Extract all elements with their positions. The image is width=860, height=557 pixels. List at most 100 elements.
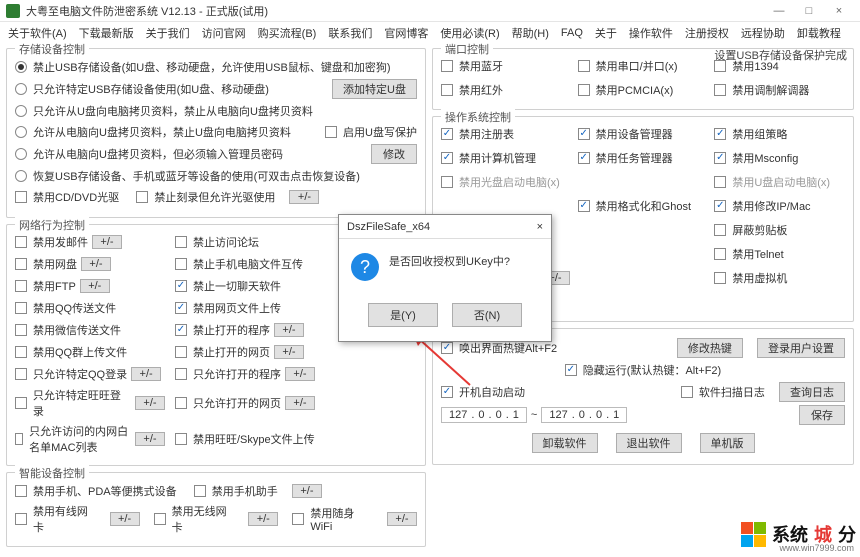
pm-button[interactable]: +/- bbox=[274, 345, 304, 359]
net-checkbox[interactable] bbox=[175, 302, 187, 314]
ip-from-input[interactable]: 127.0.0.1 bbox=[441, 407, 527, 423]
net-checkbox[interactable] bbox=[175, 397, 187, 409]
pm-button[interactable]: +/- bbox=[131, 367, 161, 381]
port-checkbox[interactable] bbox=[441, 84, 453, 96]
pm-button[interactable]: +/- bbox=[289, 190, 319, 204]
os-checkbox[interactable] bbox=[714, 224, 726, 236]
os-checkbox[interactable] bbox=[578, 128, 590, 140]
menu-item[interactable]: 卸载教程 bbox=[797, 25, 841, 41]
query-log-button[interactable]: 查询日志 bbox=[779, 382, 845, 402]
menu-item[interactable]: 关于软件(A) bbox=[8, 25, 67, 41]
pm-button[interactable]: +/- bbox=[292, 484, 322, 498]
pm-button[interactable]: +/- bbox=[135, 432, 165, 446]
menu-item[interactable]: 帮助(H) bbox=[512, 25, 549, 41]
disable-pda-checkbox[interactable] bbox=[15, 485, 27, 497]
menu-item[interactable]: 访问官网 bbox=[202, 25, 246, 41]
net-checkbox[interactable] bbox=[15, 324, 27, 336]
save-button[interactable]: 保存 bbox=[799, 405, 845, 425]
pm-button[interactable]: +/- bbox=[80, 279, 110, 293]
net-checkbox[interactable] bbox=[15, 236, 27, 248]
os-checkbox[interactable] bbox=[441, 152, 453, 164]
menu-item[interactable]: 关于我们 bbox=[146, 25, 190, 41]
pm-button[interactable]: +/- bbox=[81, 257, 111, 271]
menu-item[interactable]: 购买流程(B) bbox=[258, 25, 317, 41]
menu-item[interactable]: FAQ bbox=[561, 27, 583, 39]
pm-button[interactable]: +/- bbox=[285, 367, 315, 381]
net-checkbox[interactable] bbox=[175, 346, 187, 358]
menu-item[interactable]: 操作软件 bbox=[629, 25, 673, 41]
menu-item[interactable]: 关于 bbox=[595, 25, 617, 41]
disable-lan-checkbox[interactable] bbox=[15, 513, 27, 525]
dialog-no-button[interactable]: 否(N) bbox=[452, 303, 522, 327]
usb-writeprotect-checkbox[interactable] bbox=[325, 126, 337, 138]
os-checkbox[interactable] bbox=[714, 248, 726, 260]
scan-log-checkbox[interactable] bbox=[681, 386, 693, 398]
menu-item[interactable]: 远程协助 bbox=[741, 25, 785, 41]
minimize-button[interactable]: — bbox=[764, 5, 794, 17]
net-checkbox[interactable] bbox=[175, 324, 187, 336]
radio-usb-to-pc[interactable] bbox=[15, 105, 27, 117]
os-checkbox[interactable] bbox=[578, 200, 590, 212]
os-checkbox[interactable] bbox=[714, 152, 726, 164]
modify-hotkey-button[interactable]: 修改热键 bbox=[677, 338, 743, 358]
net-checkbox[interactable] bbox=[15, 302, 27, 314]
login-settings-button[interactable]: 登录用户设置 bbox=[757, 338, 845, 358]
net-checkbox[interactable] bbox=[15, 368, 27, 380]
port-checkbox[interactable] bbox=[714, 84, 726, 96]
os-checkbox[interactable] bbox=[441, 128, 453, 140]
os-checkbox[interactable] bbox=[714, 200, 726, 212]
port-checkbox[interactable] bbox=[441, 60, 453, 72]
disable-phone-assist-checkbox[interactable] bbox=[194, 485, 206, 497]
hotkey-checkbox[interactable] bbox=[441, 342, 453, 354]
uninstall-button[interactable]: 卸载软件 bbox=[532, 433, 598, 453]
radio-usb-block[interactable] bbox=[15, 61, 27, 73]
os-checkbox[interactable] bbox=[714, 176, 726, 188]
os-checkbox[interactable] bbox=[714, 128, 726, 140]
net-checkbox[interactable] bbox=[175, 433, 187, 445]
radio-restore-usb[interactable] bbox=[15, 170, 27, 182]
close-button[interactable]: × bbox=[824, 5, 854, 17]
radio-usb-password[interactable] bbox=[15, 148, 27, 160]
maximize-button[interactable]: □ bbox=[794, 5, 824, 17]
disable-cd-checkbox[interactable] bbox=[15, 191, 27, 203]
net-checkbox[interactable] bbox=[175, 368, 187, 380]
ip-to-input[interactable]: 127.0.0.1 bbox=[541, 407, 627, 423]
dialog-close-button[interactable]: × bbox=[537, 221, 543, 233]
disable-wifi-checkbox[interactable] bbox=[292, 513, 304, 525]
disable-wlan-checkbox[interactable] bbox=[154, 513, 166, 525]
net-checkbox[interactable] bbox=[175, 258, 187, 270]
pm-button[interactable]: +/- bbox=[248, 512, 278, 526]
net-checkbox[interactable] bbox=[15, 397, 27, 409]
os-checkbox[interactable] bbox=[578, 152, 590, 164]
os-checkbox[interactable] bbox=[441, 176, 453, 188]
menu-item[interactable]: 下载最新版 bbox=[79, 25, 134, 41]
exit-button[interactable]: 退出软件 bbox=[616, 433, 682, 453]
pm-button[interactable]: +/- bbox=[387, 512, 417, 526]
port-checkbox[interactable] bbox=[578, 84, 590, 96]
net-checkbox[interactable] bbox=[15, 346, 27, 358]
menu-item[interactable]: 联系我们 bbox=[328, 25, 372, 41]
menu-item[interactable]: 注册授权 bbox=[685, 25, 729, 41]
port-checkbox[interactable] bbox=[578, 60, 590, 72]
net-checkbox[interactable] bbox=[175, 236, 187, 248]
menu-item[interactable]: 官网博客 bbox=[384, 25, 428, 41]
pm-button[interactable]: +/- bbox=[274, 323, 304, 337]
net-checkbox[interactable] bbox=[15, 280, 27, 292]
menu-item[interactable]: 使用必读(R) bbox=[440, 25, 499, 41]
net-checkbox[interactable] bbox=[15, 258, 27, 270]
hide-run-checkbox[interactable] bbox=[565, 364, 577, 376]
pm-button[interactable]: +/- bbox=[285, 396, 315, 410]
boot-start-checkbox[interactable] bbox=[441, 386, 453, 398]
pm-button[interactable]: +/- bbox=[92, 235, 122, 249]
pm-button[interactable]: +/- bbox=[135, 396, 165, 410]
net-checkbox[interactable] bbox=[175, 280, 187, 292]
single-mode-button[interactable]: 单机版 bbox=[700, 433, 755, 453]
os-checkbox[interactable] bbox=[714, 272, 726, 284]
disable-burn-checkbox[interactable] bbox=[136, 191, 148, 203]
dialog-yes-button[interactable]: 是(Y) bbox=[368, 303, 438, 327]
add-usb-button[interactable]: 添加特定U盘 bbox=[332, 79, 417, 99]
radio-pc-to-usb[interactable] bbox=[15, 126, 27, 138]
pm-button[interactable]: +/- bbox=[110, 512, 140, 526]
modify-button[interactable]: 修改 bbox=[371, 144, 417, 164]
radio-specific-usb[interactable] bbox=[15, 83, 27, 95]
